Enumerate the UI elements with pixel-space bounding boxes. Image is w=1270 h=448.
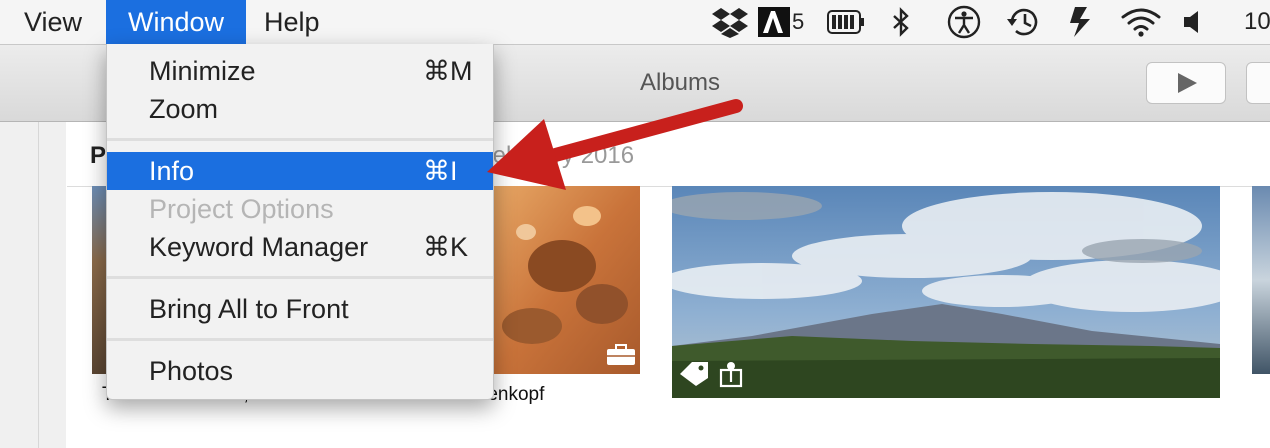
- menu-item-bring-all-to-front[interactable]: Bring All to Front: [107, 290, 493, 328]
- play-icon: [1178, 73, 1197, 93]
- window-menu: Minimize ⌘M Zoom Info ⌘I Project Options…: [106, 44, 494, 400]
- photo-thumbnail-totenkopf[interactable]: [492, 186, 640, 374]
- menu-window[interactable]: Window: [106, 0, 246, 44]
- menu-item-info[interactable]: Info ⌘I: [107, 152, 493, 190]
- menu-item-label: Project Options: [149, 194, 334, 224]
- menu-item-minimize[interactable]: Minimize ⌘M: [107, 52, 493, 90]
- accessibility-icon[interactable]: [944, 4, 984, 40]
- photo-thumbnail-partial[interactable]: [1252, 186, 1270, 374]
- clock[interactable]: 10: [1244, 0, 1270, 44]
- volume-icon[interactable]: [1180, 4, 1204, 40]
- adobe-icon[interactable]: 5: [758, 4, 812, 40]
- battery-icon[interactable]: [826, 4, 866, 40]
- menu-view[interactable]: View: [24, 0, 82, 44]
- menu-item-shortcut: ⌘I: [423, 156, 458, 186]
- slideshow-button[interactable]: [1146, 62, 1226, 104]
- bluetooth-icon[interactable]: [886, 4, 916, 40]
- menu-item-keyword-manager[interactable]: Keyword Manager ⌘K: [107, 228, 493, 266]
- sidebar: [0, 122, 66, 448]
- menu-item-label: Keyword Manager: [149, 232, 369, 262]
- wifi-icon[interactable]: [1118, 4, 1164, 40]
- sidebar-divider: [38, 122, 39, 448]
- menu-item-project-options: Project Options: [107, 190, 493, 228]
- menu-item-zoom[interactable]: Zoom: [107, 90, 493, 128]
- time-machine-icon[interactable]: [1004, 4, 1044, 40]
- menu-bar: View Window Help 5 10: [0, 0, 1270, 45]
- menu-item-label: Bring All to Front: [149, 294, 349, 324]
- menu-item-shortcut: ⌘M: [423, 56, 473, 86]
- location-pin-icon: [719, 362, 743, 388]
- briefcase-icon: [607, 344, 635, 365]
- toolbar-button-partial[interactable]: [1246, 62, 1270, 104]
- photo-thumbnail-landscape[interactable]: [672, 186, 1220, 398]
- dropbox-icon[interactable]: [710, 4, 750, 40]
- project-title-partial: P: [90, 142, 107, 169]
- toolbar-title: Albums: [639, 69, 721, 96]
- menu-item-label: Info: [149, 156, 195, 186]
- adobe-badge: 5: [792, 9, 805, 34]
- menu-separator: [107, 338, 493, 341]
- menu-item-shortcut: ⌘K: [423, 232, 469, 262]
- menu-item-label: Photos: [149, 356, 234, 386]
- menu-separator: [107, 138, 493, 141]
- menu-item-label: Zoom: [149, 94, 219, 124]
- project-date: February 2016: [478, 142, 635, 169]
- menu-help[interactable]: Help: [264, 0, 320, 44]
- menu-separator: [107, 276, 493, 279]
- handoff-icon[interactable]: [1064, 4, 1098, 40]
- keyword-tag-icon: [680, 362, 708, 386]
- menu-item-photos[interactable]: Photos: [107, 352, 493, 390]
- menu-item-label: Minimize: [149, 56, 256, 86]
